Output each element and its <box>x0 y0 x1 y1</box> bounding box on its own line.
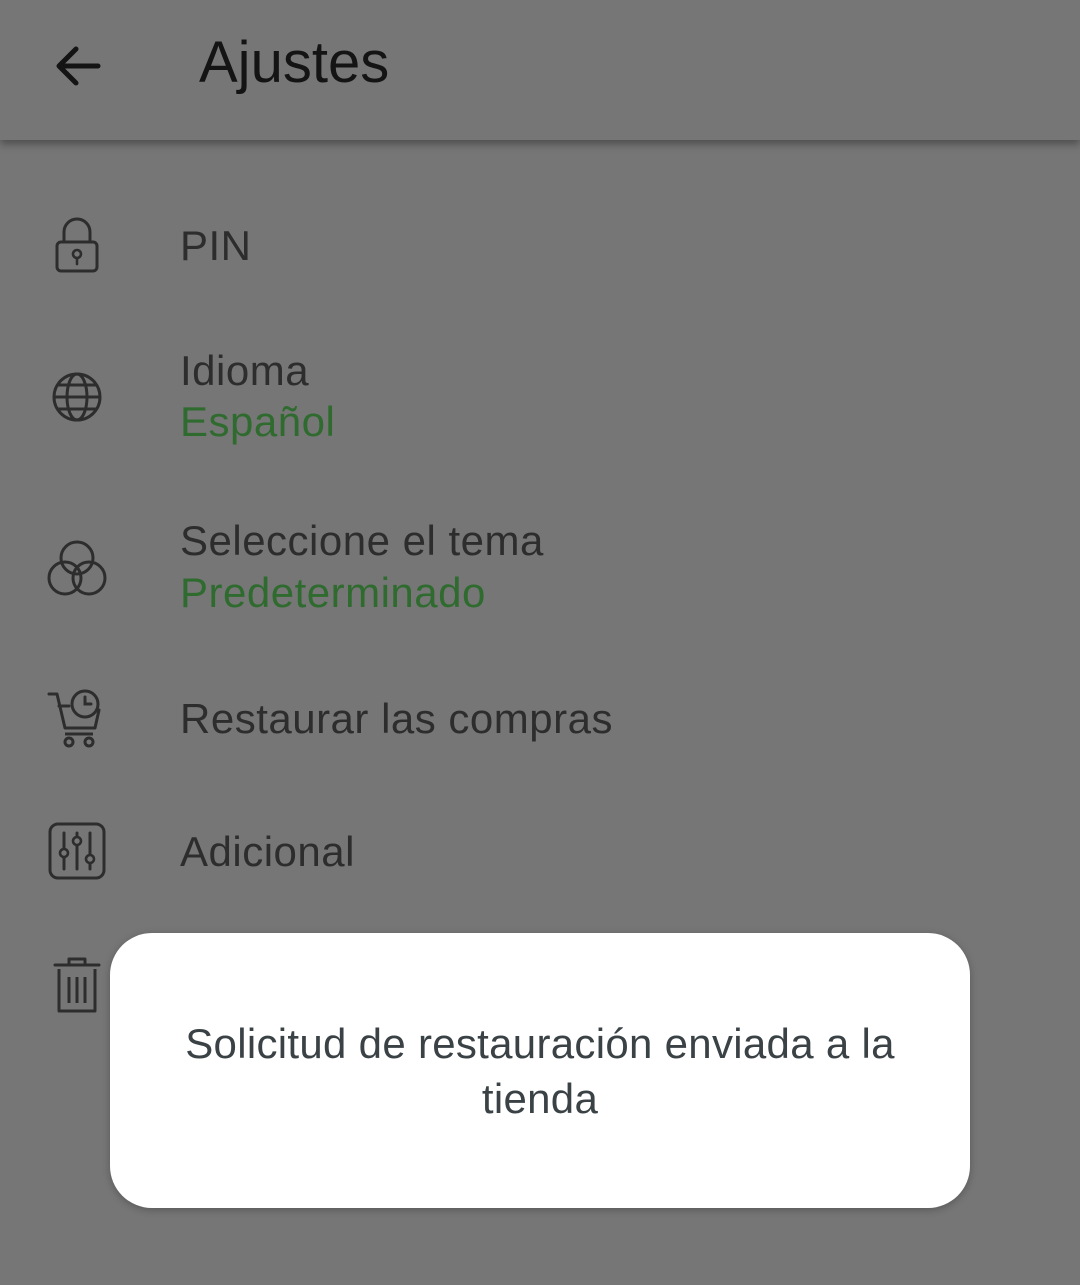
toast-notification: Solicitud de restauración enviada a la t… <box>110 933 970 1208</box>
app-bar: Ajustes <box>0 0 1080 140</box>
settings-item-label: Seleccione el tema <box>180 517 544 564</box>
settings-item-theme[interactable]: Seleccione el tema Predeterminado <box>0 510 1080 630</box>
theme-circles-icon <box>43 536 111 604</box>
back-button[interactable] <box>36 24 120 108</box>
settings-item-additional[interactable]: Adicional <box>0 800 1080 910</box>
lock-icon <box>43 212 111 280</box>
settings-item-label: Restaurar las compras <box>180 695 613 742</box>
settings-item-label: Idioma <box>180 347 310 394</box>
page-title: Ajustes <box>199 30 390 95</box>
cart-clock-icon <box>43 684 111 752</box>
arrow-left-icon <box>52 40 104 92</box>
settings-item-pin[interactable]: PIN <box>0 190 1080 302</box>
globe-icon <box>43 363 111 431</box>
settings-item-restore-purchases[interactable]: Restaurar las compras <box>0 668 1080 778</box>
settings-item-value: Predeterminado <box>180 569 486 616</box>
settings-item-label: Adicional <box>180 828 355 875</box>
trash-icon <box>43 951 111 1019</box>
settings-item-label: PIN <box>180 222 252 269</box>
toast-message: Solicitud de restauración enviada a la t… <box>185 1019 895 1122</box>
settings-item-language[interactable]: Idioma Español <box>0 340 1080 460</box>
sliders-icon <box>43 817 111 885</box>
settings-item-value: Español <box>180 398 336 445</box>
